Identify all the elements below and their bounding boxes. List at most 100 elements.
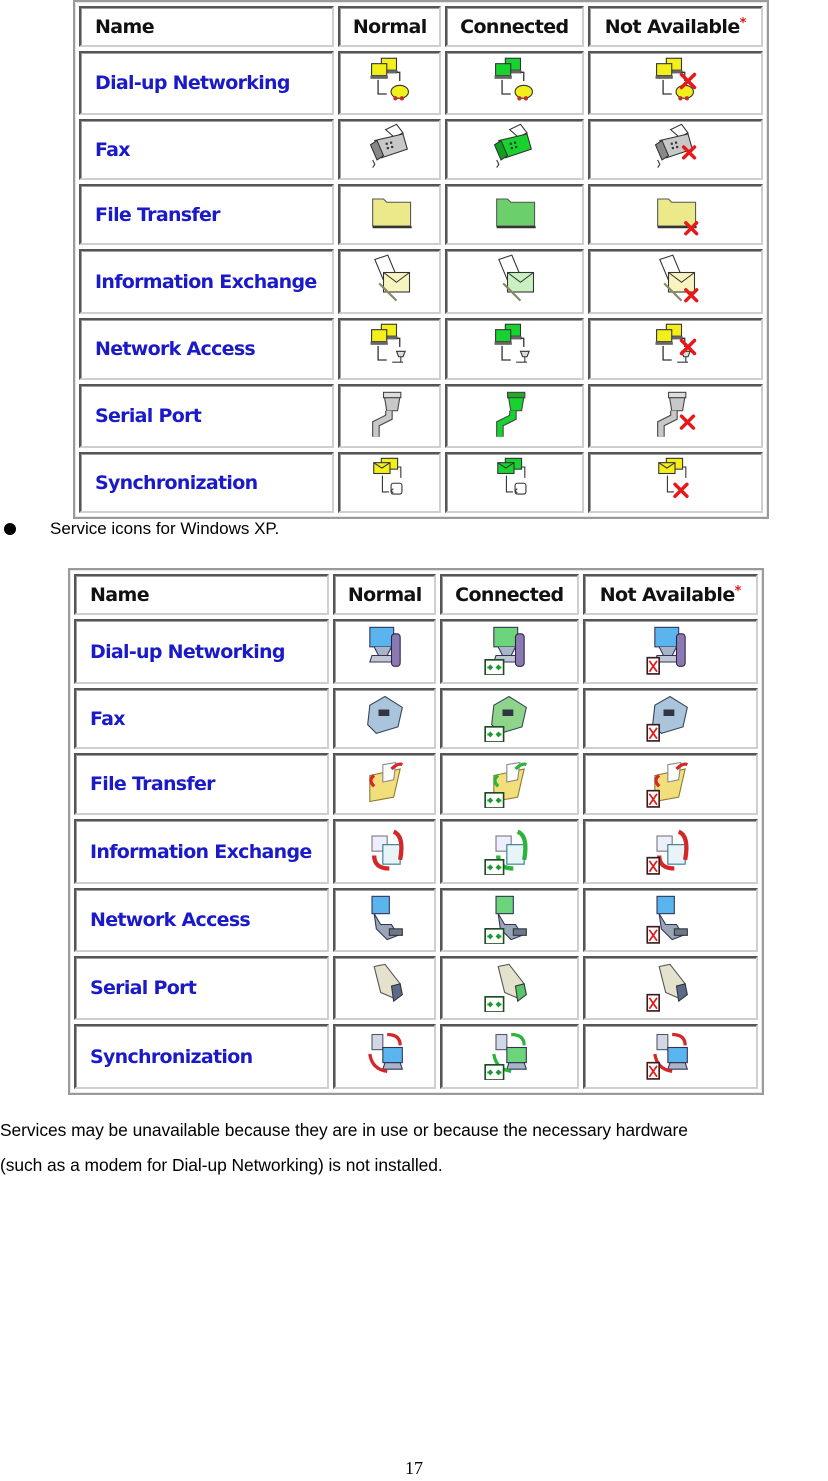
service-icons-table-xp: Name Normal Connected Not Available* Dia… [68, 568, 764, 1095]
icon-cell-normal [333, 1024, 437, 1089]
icon-cell-not-available [582, 753, 758, 815]
service-name: Synchronization [90, 1045, 253, 1068]
header-normal: Normal [333, 574, 437, 615]
header-connected-label: Connected [455, 583, 564, 606]
service-name: Network Access [95, 338, 256, 360]
icon-cell-not-available [582, 819, 758, 884]
network-access-not-available-icon [649, 321, 701, 373]
synchronization-normal-icon [364, 454, 416, 506]
service-name: Serial Port [90, 977, 197, 999]
header-not-available: Not Available* [582, 574, 758, 615]
synchronization-connected-icon [488, 454, 540, 506]
service-name-cell: Synchronization [79, 452, 335, 513]
icon-cell-not-available [587, 249, 763, 314]
icon-cell-connected [440, 688, 579, 749]
icon-cell-normal [338, 184, 442, 245]
icon-cell-normal [333, 688, 437, 749]
service-name: Network Access [90, 909, 251, 931]
icon-cell-connected [445, 249, 584, 314]
icon-cell-normal [338, 452, 442, 513]
xp-synchronization-normal-icon [359, 1028, 411, 1080]
icon-cell-normal [333, 819, 437, 884]
service-name: File Transfer [95, 203, 221, 226]
xp-network-access-normal-icon [359, 892, 411, 944]
service-name-cell: Synchronization [74, 1024, 330, 1089]
xp-synchronization-not-available-icon [644, 1028, 696, 1080]
service-name: Information Exchange [95, 270, 317, 293]
table-row: File Transfer [79, 184, 763, 245]
icon-cell-not-available [587, 318, 763, 380]
service-name-cell: Information Exchange [74, 819, 330, 884]
service-name: Fax [95, 138, 131, 161]
synchronization-not-available-icon [649, 454, 701, 506]
header-connected: Connected [445, 6, 584, 47]
table-row: Fax [79, 119, 763, 180]
header-not-available-label: Not Available [599, 583, 736, 606]
icon-cell-normal [338, 119, 442, 180]
service-name-cell: Dial-up Networking [74, 619, 330, 684]
bullet-text: Service icons for Windows XP. [50, 519, 280, 538]
folder-connected-icon [488, 186, 540, 238]
serial-port-not-available-icon [649, 388, 701, 440]
icon-cell-connected [440, 1024, 579, 1089]
xp-file-transfer-connected-icon [483, 756, 535, 808]
icon-cell-connected [445, 384, 584, 448]
xp-serial-port-connected-icon [483, 960, 535, 1012]
header-not-available: Not Available* [587, 6, 763, 47]
dialup-networking-connected-icon [488, 55, 540, 107]
service-name-cell: Fax [74, 688, 330, 749]
icon-cell-normal [338, 249, 442, 314]
header-normal: Normal [338, 6, 442, 47]
service-name-cell: File Transfer [79, 184, 335, 245]
header-not-available-label: Not Available [604, 15, 741, 38]
service-name: Fax [90, 707, 126, 730]
icon-cell-not-available [582, 888, 758, 952]
icon-cell-normal [333, 956, 437, 1020]
table-row: Network Access [74, 888, 758, 952]
icon-cell-connected [445, 452, 584, 513]
service-name-cell: Dial-up Networking [79, 51, 335, 115]
table-row: File Transfer [74, 753, 758, 815]
folder-normal-icon [364, 186, 416, 238]
icon-cell-not-available [582, 956, 758, 1020]
service-name: Synchronization [95, 471, 258, 494]
icon-cell-connected [440, 619, 579, 684]
icon-cell-connected [445, 184, 584, 245]
icon-cell-normal [338, 318, 442, 380]
xp-fax-normal-icon [359, 690, 411, 742]
header-connected-label: Connected [460, 15, 569, 38]
icon-cell-not-available [582, 1024, 758, 1089]
table-row: Synchronization [74, 1024, 758, 1089]
icon-cell-not-available [587, 384, 763, 448]
icon-cell-connected [440, 888, 579, 952]
service-name: Information Exchange [90, 840, 312, 863]
table-row: Information Exchange [79, 249, 763, 314]
table-row: Dial-up Networking [74, 619, 758, 684]
xp-synchronization-connected-icon [483, 1028, 535, 1080]
network-access-connected-icon [488, 321, 540, 373]
header-name: Name [74, 574, 330, 615]
icon-cell-not-available [587, 51, 763, 115]
table-header-row: Name Normal Connected Not Available* [79, 6, 763, 47]
fax-not-available-icon [649, 121, 701, 173]
icon-cell-not-available [582, 619, 758, 684]
service-name-cell: Serial Port [79, 384, 335, 448]
icon-cell-connected [445, 318, 584, 380]
service-name: Dial-up Networking [90, 640, 285, 663]
xp-dialup-networking-connected-icon [483, 623, 535, 675]
table-row: Serial Port [79, 384, 763, 448]
xp-serial-port-not-available-icon [644, 960, 696, 1012]
icon-cell-normal [333, 619, 437, 684]
table-row: Serial Port [74, 956, 758, 1020]
xp-fax-not-available-icon [644, 690, 696, 742]
asterisk-footnote-marker: * [734, 583, 742, 599]
header-name: Name [79, 6, 335, 47]
xp-dialup-networking-not-available-icon [644, 623, 696, 675]
network-access-normal-icon [364, 321, 416, 373]
icon-cell-connected [440, 753, 579, 815]
icon-cell-connected [445, 119, 584, 180]
service-name: Dial-up Networking [95, 72, 290, 94]
service-name-cell: Network Access [79, 318, 335, 380]
service-name-cell: Information Exchange [79, 249, 335, 314]
table-header-row: Name Normal Connected Not Available* [74, 574, 758, 615]
